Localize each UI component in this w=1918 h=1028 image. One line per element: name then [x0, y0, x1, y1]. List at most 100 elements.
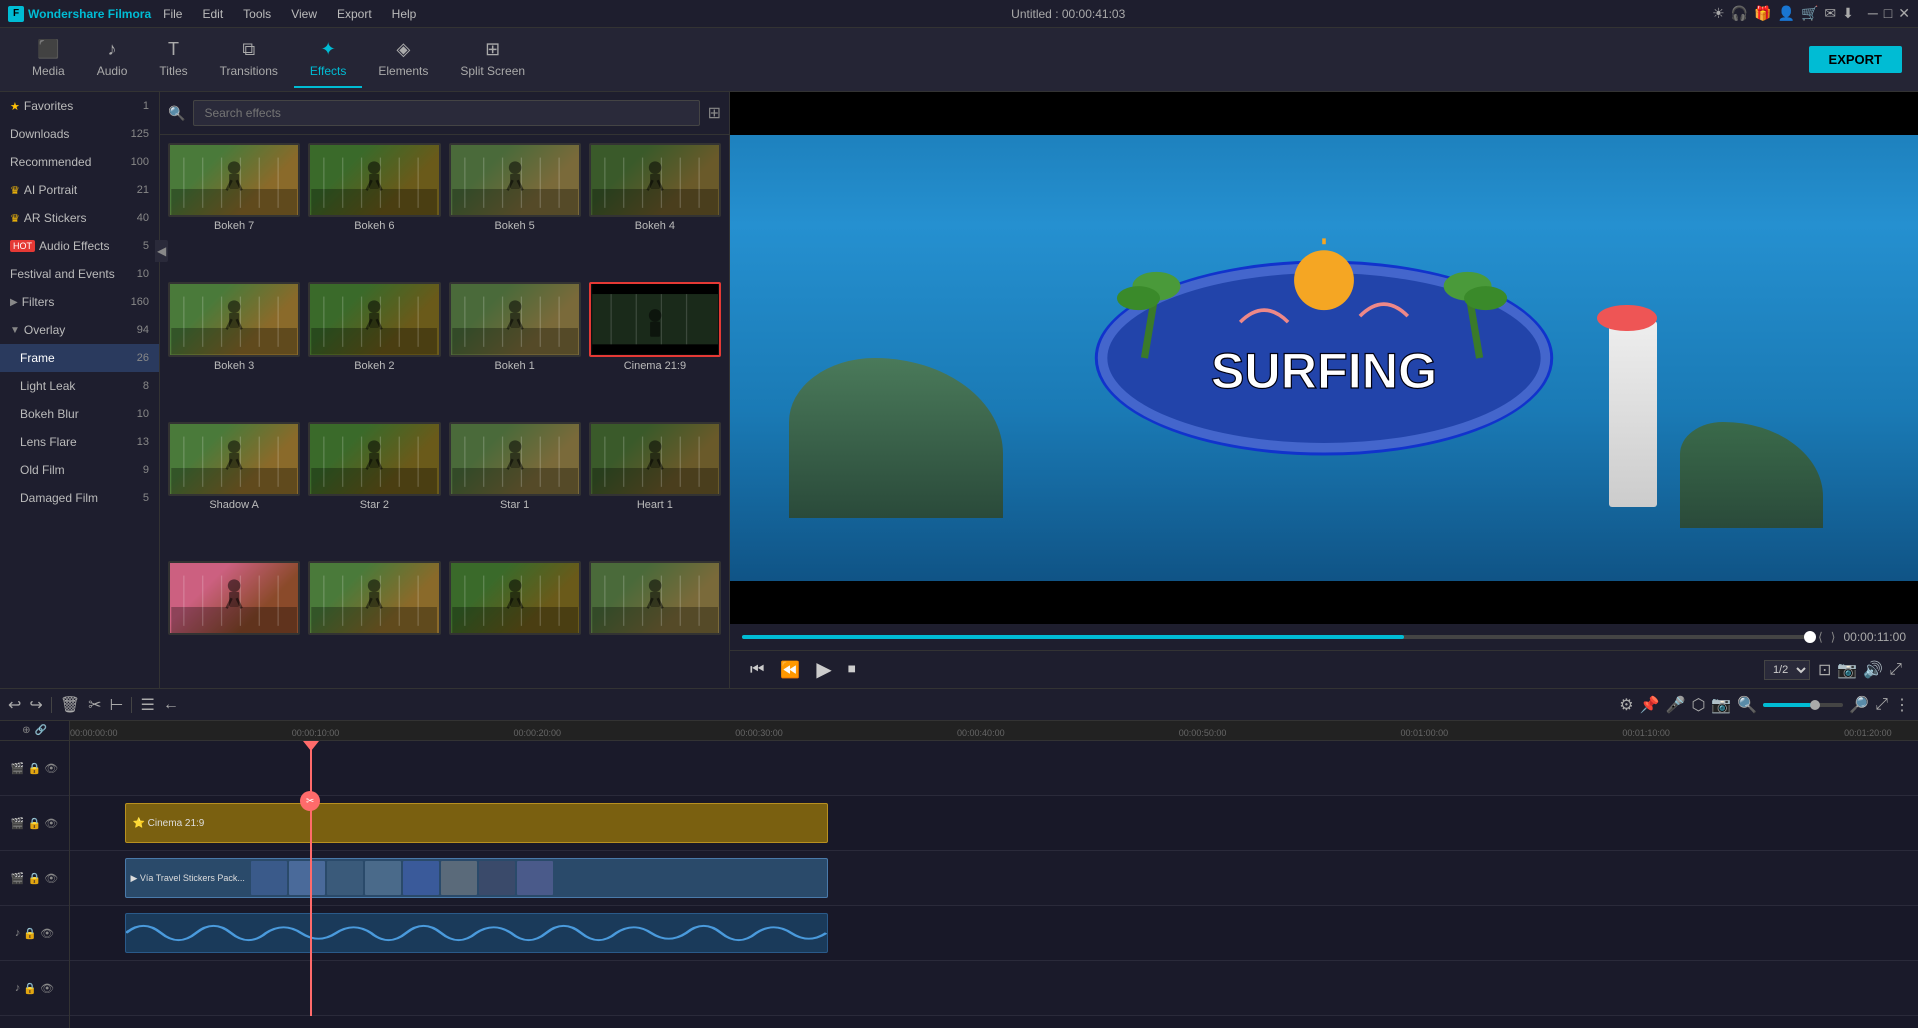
add-track-icon[interactable]: ⊕: [22, 725, 30, 736]
effect-item-bokeh5[interactable]: Bokeh 5: [449, 143, 581, 274]
nav-split-screen[interactable]: ⊞ Split Screen: [444, 31, 541, 88]
track4-lock-icon[interactable]: 🔒: [23, 927, 37, 940]
effect-item-row4_3[interactable]: [449, 561, 581, 680]
split-icon[interactable]: ⊢: [110, 695, 124, 715]
effect-item-cinema219[interactable]: Cinema 21:9: [589, 282, 721, 413]
effect-clip-cinema[interactable]: ⭐ Cinema 21:9: [125, 803, 827, 843]
prev-clip-icon[interactable]: ←: [163, 696, 179, 714]
menu-export[interactable]: Export: [329, 5, 380, 23]
track3-lock-icon[interactable]: 🔒: [28, 872, 42, 885]
sidebar-item-light-leak[interactable]: Light Leak 8: [0, 372, 159, 400]
export-button[interactable]: EXPORT: [1809, 46, 1902, 73]
preview-camera-icon[interactable]: 📷: [1837, 660, 1857, 680]
effect-item-heart1[interactable]: Heart 1: [589, 422, 721, 553]
timeline-zoom-in-icon[interactable]: 🔎: [1849, 695, 1869, 715]
effect-item-bokeh4[interactable]: Bokeh 4: [589, 143, 721, 274]
ruler-tick-8: 00:01:20:00: [1844, 728, 1892, 738]
timeline-more-icon[interactable]: ⋮: [1894, 695, 1910, 715]
timeline-audio-icon[interactable]: 🎤: [1666, 695, 1686, 715]
cut-icon[interactable]: ✂: [88, 695, 101, 715]
link-icon[interactable]: 🔗: [34, 725, 46, 736]
maximize-icon[interactable]: □: [1884, 5, 1892, 22]
rewind-button[interactable]: ⏮: [746, 659, 768, 681]
sidebar-item-filters[interactable]: ▶ Filters 160: [0, 288, 159, 316]
effect-item-bokeh2[interactable]: Bokeh 2: [308, 282, 440, 413]
play-button[interactable]: ▶: [812, 655, 835, 684]
sidebar-festival-events-label: Festival and Events: [10, 267, 133, 281]
sidebar-item-overlay[interactable]: ▼ Overlay 94: [0, 316, 159, 344]
nav-titles[interactable]: T Titles: [143, 31, 203, 88]
track3-eye-icon[interactable]: 👁: [44, 872, 58, 885]
track1-video-icon: 🎬: [11, 762, 25, 775]
effect-item-bokeh3[interactable]: Bokeh 3: [168, 282, 300, 413]
menu-edit[interactable]: Edit: [194, 5, 231, 23]
zoom-handle[interactable]: [1810, 700, 1820, 710]
preview-volume-icon[interactable]: 🔊: [1863, 660, 1883, 680]
sidebar-item-festival-events[interactable]: Festival and Events 10: [0, 260, 159, 288]
sidebar-item-old-film[interactable]: Old Film 9: [0, 456, 159, 484]
undo-icon[interactable]: ↩: [8, 695, 21, 715]
effect-item-star2[interactable]: Star 2: [308, 422, 440, 553]
timeline-toolbar-right: ⚙ 📌 🎤 ⬡ 📷 🔍 🔎 ⤢ ⋮: [1619, 695, 1910, 715]
timeline-settings-icon[interactable]: ⚙: [1619, 695, 1633, 715]
sidebar-item-recommended[interactable]: Recommended 100: [0, 148, 159, 176]
track5-lock-icon[interactable]: 🔒: [23, 982, 37, 995]
sidebar-item-ar-stickers[interactable]: ♛ AR Stickers 40: [0, 204, 159, 232]
timeline-zoom-out-icon[interactable]: 🔍: [1737, 695, 1757, 715]
sidebar-item-ai-portrait[interactable]: ♛ AI Portrait 21: [0, 176, 159, 204]
sidebar-item-audio-effects[interactable]: HOT Audio Effects 5: [0, 232, 159, 260]
ratio-select[interactable]: 1/2: [1764, 660, 1810, 680]
preview-fullscreen-icon[interactable]: ⤢: [1889, 661, 1902, 679]
effect-item-bokeh7[interactable]: Bokeh 7: [168, 143, 300, 274]
menu-file[interactable]: File: [155, 5, 190, 23]
sidebar-item-frame[interactable]: Frame 26: [0, 344, 159, 372]
timeline-fit-icon[interactable]: ⤢: [1875, 696, 1888, 714]
sidebar-item-lens-flare[interactable]: Lens Flare 13: [0, 428, 159, 456]
timeline-record-icon[interactable]: ⬡: [1691, 695, 1705, 715]
nav-effects[interactable]: ✦ Effects: [294, 31, 362, 88]
close-icon[interactable]: ✕: [1898, 5, 1910, 22]
stop-button[interactable]: ⏹: [844, 659, 860, 681]
preview-progress-bar[interactable]: [742, 635, 1810, 639]
effects-panel: 🔍 ⊞ Bokeh 7: [160, 92, 730, 688]
timeline-marker-icon[interactable]: 📌: [1640, 695, 1660, 715]
sticker-clip[interactable]: ▶ Vía Travel Stickers Pack...: [125, 858, 827, 898]
nav-transitions[interactable]: ⧉ Transitions: [204, 31, 294, 88]
progress-handle[interactable]: [1804, 631, 1816, 643]
redo-icon[interactable]: ↪: [29, 695, 42, 715]
timeline-snapshot-icon[interactable]: 📷: [1711, 695, 1731, 715]
step-back-button[interactable]: ⏪: [776, 658, 804, 682]
effect-item-bokeh1[interactable]: Bokeh 1: [449, 282, 581, 413]
nav-elements[interactable]: ◈ Elements: [362, 31, 444, 88]
effect-item-row4_2[interactable]: [308, 561, 440, 680]
minimize-icon[interactable]: ─: [1868, 5, 1878, 22]
menu-view[interactable]: View: [283, 5, 325, 23]
preview-screen-icon[interactable]: ⊡: [1818, 660, 1831, 680]
nav-audio[interactable]: ♪ Audio: [81, 31, 144, 88]
sidebar-item-downloads[interactable]: Downloads 125: [0, 120, 159, 148]
track2-eye-icon[interactable]: 👁: [44, 817, 58, 830]
delete-icon[interactable]: 🗑: [60, 695, 80, 715]
track5-eye-icon[interactable]: 👁: [40, 982, 54, 995]
sidebar-collapse-arrow[interactable]: ◀: [155, 240, 160, 262]
menu-help[interactable]: Help: [384, 5, 425, 23]
track1-eye-icon[interactable]: 👁: [44, 762, 58, 775]
zoom-slider[interactable]: [1763, 703, 1843, 707]
grid-view-icon[interactable]: ⊞: [708, 103, 721, 123]
search-input[interactable]: [193, 100, 699, 126]
audio-clip[interactable]: [125, 913, 827, 953]
effect-item-row4_4[interactable]: [589, 561, 721, 680]
track1-lock-icon[interactable]: 🔒: [28, 762, 42, 775]
nav-media[interactable]: ⬛ Media: [16, 31, 81, 88]
effect-item-row4_1[interactable]: [168, 561, 300, 680]
track4-eye-icon[interactable]: 👁: [40, 927, 54, 940]
menu-tools[interactable]: Tools: [235, 5, 279, 23]
sidebar-item-damaged-film[interactable]: Damaged Film 5: [0, 484, 159, 512]
effect-item-star1[interactable]: Star 1: [449, 422, 581, 553]
effect-item-bokeh6[interactable]: Bokeh 6: [308, 143, 440, 274]
track2-lock-icon[interactable]: 🔒: [28, 817, 42, 830]
effect-item-shadow_a[interactable]: Shadow A: [168, 422, 300, 553]
sidebar-item-favorites[interactable]: ★ Favorites 1: [0, 92, 159, 120]
properties-icon[interactable]: ☰: [140, 695, 154, 715]
sidebar-item-bokeh-blur[interactable]: Bokeh Blur 10: [0, 400, 159, 428]
